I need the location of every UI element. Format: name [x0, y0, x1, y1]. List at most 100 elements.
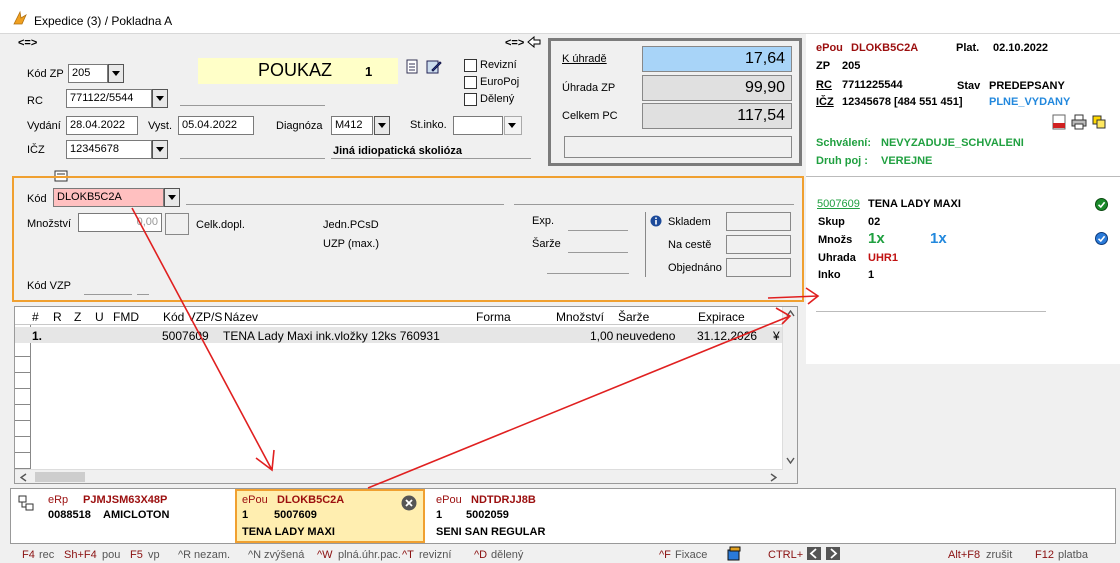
vydani-field[interactable]: 28.04.2022 — [66, 116, 138, 135]
objednano-value — [726, 258, 791, 277]
printer-icon[interactable] — [1071, 114, 1087, 130]
col-expirace[interactable]: Expirace — [698, 310, 745, 324]
st-inko-dropdown[interactable] — [504, 116, 522, 135]
check-info-icon — [1095, 232, 1108, 245]
grid-vertical-scrollbar[interactable] — [782, 307, 797, 483]
shortcut-f5-key[interactable]: F5 — [130, 549, 143, 561]
arrow-left-icon[interactable] — [527, 36, 541, 48]
scroll-thumb[interactable] — [35, 472, 85, 482]
diagnoza-field[interactable]: M412 — [331, 116, 373, 135]
nav-left-icon[interactable] — [807, 547, 821, 560]
shortcut-d-key[interactable]: ^D — [474, 549, 487, 561]
shortcut-f-text: Fixace — [675, 549, 708, 561]
rc-label-right[interactable]: RC — [816, 79, 832, 91]
druh-poj-label: Druh poj : — [816, 155, 868, 167]
prescription-card-erp[interactable]: eRp PJMJSM63X48P 0088518 AMICLOTON — [41, 489, 231, 543]
scroll-up-icon[interactable] — [786, 310, 795, 317]
items-grid[interactable]: # R Z U FMD Kód VZP/S Název Forma Množst… — [14, 306, 798, 484]
item-name: TENA LADY MAXI — [868, 198, 961, 210]
inko-label: Inko — [818, 269, 841, 281]
col-forma[interactable]: Forma — [476, 310, 511, 324]
row-extra: ¥ — [773, 329, 780, 343]
scroll-down-icon[interactable] — [786, 457, 795, 464]
card-line3: TENA LADY MAXI — [242, 526, 335, 538]
cards-icon[interactable] — [1092, 115, 1106, 129]
col-num[interactable]: # — [32, 310, 39, 324]
payment-message-box — [564, 136, 792, 158]
col-sarze[interactable]: Šarže — [618, 310, 649, 324]
icz-field[interactable]: 12345678 — [66, 140, 152, 159]
kod-vzp-line-2 — [137, 294, 149, 295]
shortcut-t-key[interactable]: ^T — [402, 549, 414, 561]
col-mnozstvi[interactable]: Množství — [556, 310, 604, 324]
shortcut-ctrl-key[interactable]: CTRL+ — [768, 549, 803, 561]
diagnoza-dropdown[interactable] — [374, 116, 390, 135]
nav-right-icon[interactable] — [826, 547, 840, 560]
st-inko-field[interactable] — [453, 116, 503, 135]
info-icon[interactable] — [650, 215, 662, 227]
col-fmd[interactable]: FMD — [113, 310, 139, 324]
row-num: 1. — [32, 329, 43, 343]
deleny-checkbox[interactable] — [464, 93, 477, 106]
revizni-label: Revizní — [480, 59, 517, 71]
icz-dropdown[interactable] — [152, 140, 168, 159]
shortcut-n-text: zvýšená — [264, 549, 305, 561]
celkem-pc-value: 117,54 — [642, 103, 792, 129]
table-row[interactable]: 1. 5007609 TENA Lady Maxi ink.vložky 12k… — [15, 327, 797, 343]
scroll-left-icon[interactable] — [20, 473, 27, 482]
schvaleni-label: Schválení: — [816, 137, 872, 149]
scroll-right-icon[interactable] — [770, 473, 777, 482]
row-expirace: 31.12.2026 — [697, 329, 758, 343]
item-code-link[interactable]: 5007609 — [817, 198, 860, 210]
shortcut-n-key[interactable]: ^N — [248, 549, 261, 561]
icz-label-right[interactable]: IČZ — [816, 96, 834, 108]
uzp-max-label: UZP (max.) — [323, 238, 380, 250]
document-icon[interactable] — [405, 59, 419, 75]
vyst-field[interactable]: 05.04.2022 — [178, 116, 254, 135]
diagnoza-label: Diagnóza — [276, 120, 323, 132]
prescription-card-epou[interactable]: ePou NDTDRJJ8B 1 5002059 SENI SAN REGULA… — [429, 489, 619, 543]
shortcut-shf4-key[interactable]: Sh+F4 — [64, 549, 97, 561]
revizni-checkbox[interactable] — [464, 59, 477, 72]
rc-dropdown[interactable] — [152, 89, 168, 108]
shortcut-w-text: plná.úhr.pac. — [338, 549, 401, 561]
collapse-right-arrows[interactable]: <=> — [505, 37, 524, 49]
mnozstvi-input[interactable]: 0,00 — [78, 213, 162, 232]
shortcut-f4-key[interactable]: F4 — [22, 549, 35, 561]
shortcut-altf8-text: zrušit — [986, 549, 1013, 561]
shortcut-altf8-key[interactable]: Alt+F8 — [948, 549, 980, 561]
kod-input[interactable]: DLOKB5C2A — [53, 188, 164, 207]
package-icon[interactable] — [726, 546, 742, 561]
skup-label: Skup — [818, 216, 845, 228]
shortcut-f-key[interactable]: ^F — [659, 549, 671, 561]
close-icon[interactable] — [401, 495, 417, 511]
kod-zp-field[interactable]: 205 — [68, 64, 108, 83]
shortcut-w-key[interactable]: ^W — [317, 549, 333, 561]
col-kod-vzp[interactable]: Kód VZP/S — [163, 310, 222, 324]
mnozs-value-2: 1x — [930, 230, 947, 247]
prescription-card-epou-selected[interactable]: ePou DLOKB5C2A 1 5007609 TENA LADY MAXI — [235, 489, 425, 543]
sarze-label: Šarže — [532, 238, 561, 250]
col-r[interactable]: R — [53, 310, 62, 324]
row-mnozstvi: 1,00 — [590, 329, 614, 343]
uhrada-value: UHR1 — [868, 252, 898, 264]
europoj-checkbox[interactable] — [464, 76, 477, 89]
card-type: eRp — [48, 494, 69, 506]
epou-value: DLOKB5C2A — [851, 42, 919, 54]
shortcut-r-key[interactable]: ^R — [178, 549, 191, 561]
col-nazev[interactable]: Název — [224, 310, 258, 324]
kod-zp-dropdown[interactable] — [108, 64, 124, 83]
tree-view-icon[interactable] — [18, 495, 34, 511]
shortcut-f12-key[interactable]: F12 — [1035, 549, 1054, 561]
pdf-icon[interactable] — [1052, 114, 1066, 130]
k-uhrade-label: K úhradě — [562, 53, 607, 65]
col-z[interactable]: Z — [74, 310, 81, 324]
col-u[interactable]: U — [95, 310, 104, 324]
card-line2a: 1 — [242, 509, 249, 521]
collapse-left-arrows[interactable]: <=> — [18, 37, 37, 49]
uhrada-label: Uhrada — [818, 252, 856, 264]
rc-field[interactable]: 771122/5544 — [66, 89, 152, 108]
kod-dropdown[interactable] — [164, 188, 180, 207]
grid-horizontal-scrollbar[interactable] — [15, 469, 783, 483]
edit-document-icon[interactable] — [426, 59, 442, 75]
